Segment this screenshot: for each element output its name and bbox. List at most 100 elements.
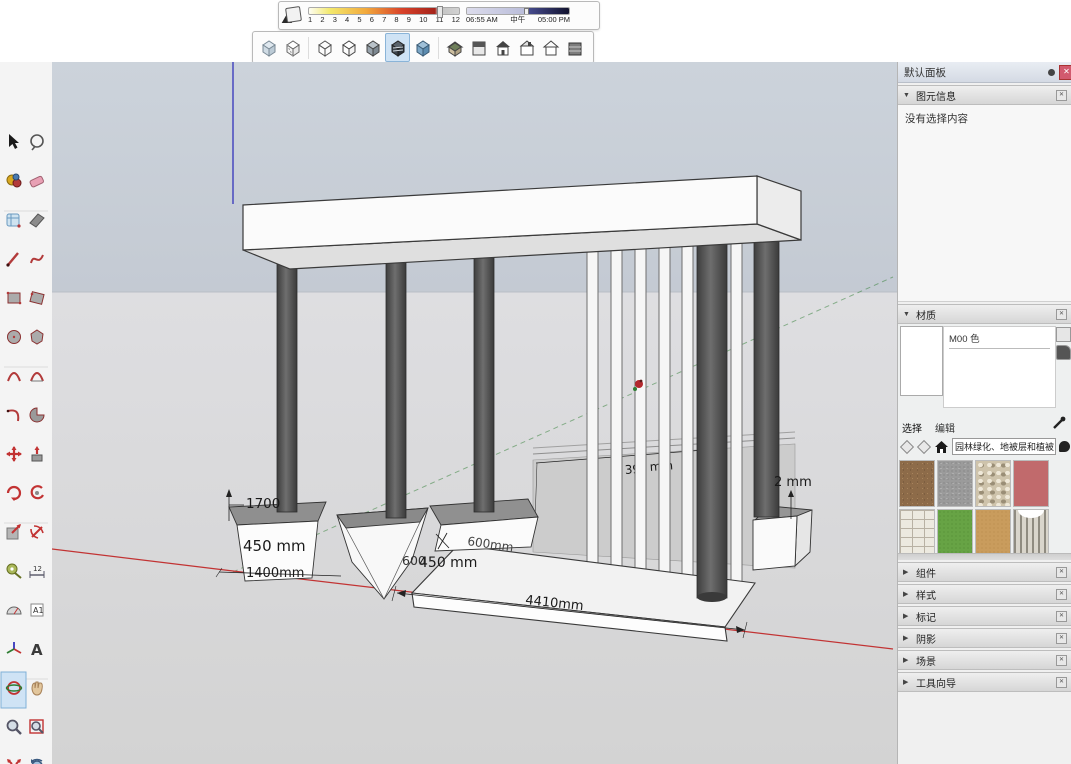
tab-edit[interactable]: 编辑: [935, 420, 955, 435]
material-category-dropdown[interactable]: 园林绿化、地被层和植被 ∨: [952, 438, 1056, 455]
viewport-3d[interactable]: 39 mm: [52, 62, 897, 764]
column-4[interactable]: [697, 224, 727, 602]
rectangle-tool[interactable]: [7, 292, 22, 305]
scale-tool[interactable]: [31, 526, 43, 538]
lasso-select-tool[interactable]: [31, 135, 43, 150]
time-slider-handle[interactable]: [524, 8, 529, 15]
close-icon[interactable]: ✕: [1056, 611, 1067, 622]
top-view-icon[interactable]: [467, 34, 490, 61]
swatch-paver-white[interactable]: [899, 509, 935, 556]
arc-tool[interactable]: [8, 373, 20, 381]
freehand-tool[interactable]: [31, 255, 43, 263]
rotated-rectangle-tool[interactable]: [30, 292, 44, 305]
shaded-mode-icon[interactable]: [361, 34, 384, 61]
left-view-icon[interactable]: [563, 34, 586, 61]
materials-close-icon[interactable]: ✕: [1056, 309, 1067, 320]
previous-view-tool[interactable]: [31, 759, 42, 764]
time-slider-track[interactable]: [466, 7, 570, 15]
zoom-window-tool[interactable]: [30, 720, 43, 733]
close-icon[interactable]: ✕: [1056, 655, 1067, 666]
swatch-sand-tan[interactable]: [975, 509, 1011, 556]
zoom-tool[interactable]: [8, 721, 22, 735]
home-icon[interactable]: [934, 440, 949, 454]
eyedropper-icon[interactable]: [1052, 416, 1066, 433]
create-material-button[interactable]: [1056, 327, 1071, 342]
monochrome-mode-icon[interactable]: [411, 34, 434, 61]
polygon-tool[interactable]: [31, 330, 43, 344]
component-tool[interactable]: [7, 214, 21, 228]
expand-icon[interactable]: ▶: [903, 634, 912, 642]
shaded-with-textures-mode-icon[interactable]: [385, 33, 410, 62]
material-preview[interactable]: [900, 326, 943, 396]
column-5[interactable]: [754, 217, 779, 517]
close-icon[interactable]: ✕: [1056, 677, 1067, 688]
swatch-grass-green[interactable]: [937, 509, 973, 556]
rotate-tool[interactable]: [8, 487, 20, 501]
shadow-date-slider[interactable]: 1 2 3 4 5 6 7 8 9 10 11 12: [308, 7, 460, 24]
back-arrow-icon[interactable]: [900, 439, 914, 453]
close-icon[interactable]: ✕: [1056, 633, 1067, 644]
sample-paint-button[interactable]: [1056, 345, 1071, 360]
follow-me-tool[interactable]: [32, 486, 43, 498]
entity-info-header[interactable]: ▼ 图元信息 ✕: [898, 85, 1071, 105]
two-point-arc-tool[interactable]: [31, 373, 43, 381]
shadow-toggle-icon[interactable]: [283, 6, 302, 25]
section-styles[interactable]: ▶ 样式 ✕: [898, 584, 1071, 604]
circle-tool[interactable]: [8, 331, 21, 344]
swatch-decking-red[interactable]: [1013, 460, 1049, 507]
forward-arrow-icon[interactable]: [917, 439, 931, 453]
section-instructor[interactable]: ▶ 工具向导 ✕: [898, 672, 1071, 692]
close-icon[interactable]: ✕: [1056, 589, 1067, 600]
shadow-time-slider[interactable]: 06:55 AM 中午 05:00 PM: [466, 7, 570, 24]
front-view-icon[interactable]: [491, 34, 514, 61]
tray-close-button[interactable]: ✕: [1059, 65, 1071, 80]
section-tags[interactable]: ▶ 标记 ✕: [898, 606, 1071, 626]
move-tool[interactable]: [6, 446, 22, 462]
pan-tool[interactable]: [32, 682, 42, 695]
swatch-gravel-gray[interactable]: [937, 460, 973, 507]
dimension-tool[interactable]: 12: [30, 565, 44, 578]
expand-icon[interactable]: ▶: [903, 568, 912, 576]
date-slider-handle[interactable]: [437, 6, 443, 18]
column-1[interactable]: [277, 246, 297, 512]
offset-tool[interactable]: [7, 524, 21, 539]
swatch-mulch-brown[interactable]: [899, 460, 935, 507]
back-view-icon[interactable]: [539, 34, 562, 61]
expand-icon[interactable]: ▶: [903, 590, 912, 598]
text-tool[interactable]: A1: [31, 604, 44, 616]
wireframe-mode-icon[interactable]: [313, 34, 336, 61]
tab-select[interactable]: 选择: [902, 420, 922, 435]
materials-header[interactable]: ▼ 材质 ✕: [898, 304, 1071, 324]
back-edges-mode-icon[interactable]: [281, 34, 304, 61]
tape-measure-tool[interactable]: [7, 564, 21, 578]
section-shadows[interactable]: ▶ 阴影 ✕: [898, 628, 1071, 648]
protractor-tool[interactable]: [7, 607, 21, 614]
eraser-tool[interactable]: [29, 176, 44, 188]
pin-icon[interactable]: [1048, 69, 1055, 76]
material-name-field[interactable]: M00 色: [949, 331, 1050, 349]
paint-details-icon[interactable]: [1059, 441, 1070, 452]
pie-tool[interactable]: [30, 408, 44, 422]
collapse-icon[interactable]: ▼: [903, 311, 912, 318]
xray-mode-icon[interactable]: [257, 34, 280, 61]
entity-info-close-icon[interactable]: ✕: [1056, 90, 1067, 101]
collapse-icon[interactable]: ▼: [903, 92, 912, 99]
materials-footer-strip[interactable]: [898, 553, 1071, 560]
column-2[interactable]: [386, 242, 406, 518]
section-components[interactable]: ▶ 组件 ✕: [898, 562, 1071, 582]
date-slider-track[interactable]: [308, 7, 460, 15]
three-point-arc-tool[interactable]: [7, 410, 19, 421]
hidden-line-mode-icon[interactable]: [337, 34, 360, 61]
line-tool[interactable]: [6, 253, 18, 267]
select-tool[interactable]: [9, 134, 19, 149]
section-scenes[interactable]: ▶ 场景 ✕: [898, 650, 1071, 670]
axes-tool[interactable]: [7, 642, 21, 653]
expand-icon[interactable]: ▶: [903, 656, 912, 664]
iso-view-icon[interactable]: [443, 34, 466, 61]
swatch-cobblestone[interactable]: [975, 460, 1011, 507]
expand-icon[interactable]: ▶: [903, 612, 912, 620]
column-3[interactable]: [474, 237, 494, 512]
close-icon[interactable]: ✕: [1056, 567, 1067, 578]
expand-icon[interactable]: ▶: [903, 678, 912, 686]
right-view-icon[interactable]: [515, 34, 538, 61]
